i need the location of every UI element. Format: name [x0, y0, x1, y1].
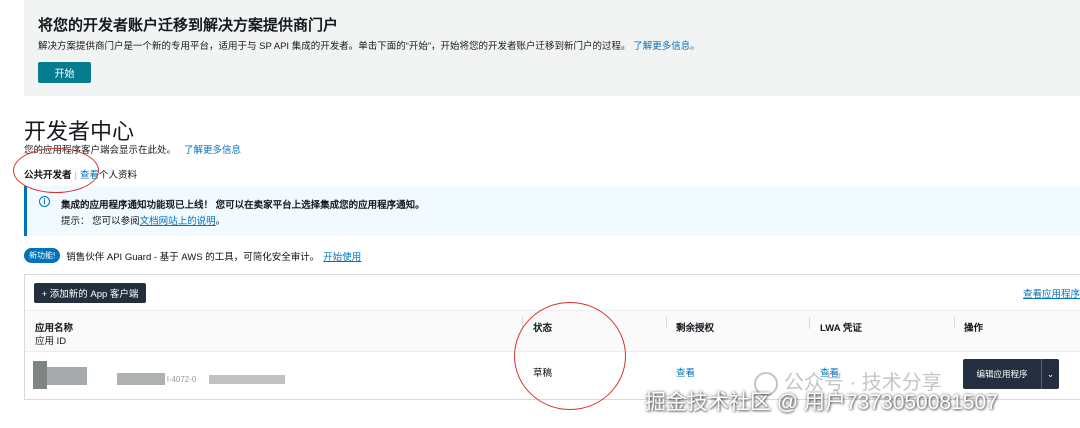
juejin-watermark: 掘金技术社区 @ 用户7373050081507: [645, 391, 998, 414]
banner-learn-more-link[interactable]: 了解更多信息。: [633, 41, 700, 52]
col-remaining-auth: 剩余授权: [676, 323, 715, 334]
developer-type: 公共开发者: [24, 170, 72, 181]
col-app-name: 应用名称: [35, 323, 74, 334]
banner-description: 解决方案提供商门户是一个新的专用平台，适用于与 SP API 集成的开发者。单击…: [38, 38, 700, 52]
page-learn-more-link[interactable]: 了解更多信息: [184, 145, 241, 156]
page-subtitle-text: 您的应用程序客户端会显示在此处。: [24, 145, 177, 156]
page-subtitle: 您的应用程序客户端会显示在此处。 了解更多信息: [24, 142, 241, 156]
alert-message: 集成的应用程序通知功能现已上线！ 您可以在卖家平台上选择集成您的应用程序通知。: [61, 200, 425, 211]
new-feature-text: 销售伙伴 API Guard - 基于 AWS 的工具，可简化安全审计。: [66, 251, 320, 263]
new-feature-badge: 新功能!: [24, 248, 61, 263]
app-id-fragment: l-4072-0: [167, 375, 197, 384]
redacted-app-id: [209, 375, 285, 384]
alert-hint: 提示： 您可以参阅文档网站上的说明。: [61, 213, 225, 227]
redacted-app-id: [117, 373, 165, 385]
table-header: 应用名称 应用 ID 状态 剩余授权 LWA 凭证 操作: [25, 310, 1080, 352]
column-divider: [522, 317, 523, 329]
add-app-client-button[interactable]: + 添加新的 App 客户端: [34, 283, 146, 303]
developer-info: 公共开发者 | 查看个人资料: [24, 167, 137, 181]
alert-hint-suffix: 。: [215, 216, 226, 227]
redacted-app-name: [33, 361, 47, 389]
status-value: 草稿: [533, 368, 553, 379]
notification-alert: i 集成的应用程序通知功能现已上线！ 您可以在卖家平台上选择集成您的应用程序通知…: [24, 186, 1080, 236]
docs-link[interactable]: 文档网站上的说明: [140, 216, 216, 227]
banner-title: 将您的开发者账户迁移到解决方案提供商门户: [38, 17, 339, 34]
developer-separator: |: [74, 170, 77, 181]
get-started-link[interactable]: 开始使用: [323, 249, 361, 263]
column-divider: [954, 317, 955, 329]
new-feature-row: 新功能! 销售伙伴 API Guard - 基于 AWS 的工具，可简化安全审计…: [24, 248, 361, 263]
view-remaining-auth-link[interactable]: 查看: [676, 365, 695, 379]
banner-description-text: 解决方案提供商门户是一个新的专用平台，适用于与 SP API 集成的开发者。单击…: [38, 41, 631, 52]
col-lwa-credentials: LWA 凭证: [820, 323, 862, 334]
edit-app-button[interactable]: 编辑应用程序: [963, 359, 1041, 389]
alert-hint-prefix: 提示： 您可以参阅: [61, 216, 140, 227]
view-profile-link[interactable]: 查看: [80, 170, 99, 181]
profile-label: 个人资料: [99, 170, 138, 181]
migration-banner: 将您的开发者账户迁移到解决方案提供商门户 解决方案提供商门户是一个新的专用平台，…: [24, 0, 1080, 96]
start-button[interactable]: 开始: [38, 62, 91, 83]
col-app-id: 应用 ID: [35, 336, 67, 347]
view-apps-link[interactable]: 查看应用程序和: [1023, 286, 1080, 300]
column-divider: [809, 317, 810, 329]
col-status: 状态: [533, 323, 553, 334]
col-actions: 操作: [964, 323, 984, 334]
chevron-down-icon[interactable]: ⌄: [1041, 359, 1059, 389]
info-icon: i: [39, 196, 50, 207]
column-divider: [666, 317, 667, 329]
redacted-app-name: [47, 367, 87, 385]
